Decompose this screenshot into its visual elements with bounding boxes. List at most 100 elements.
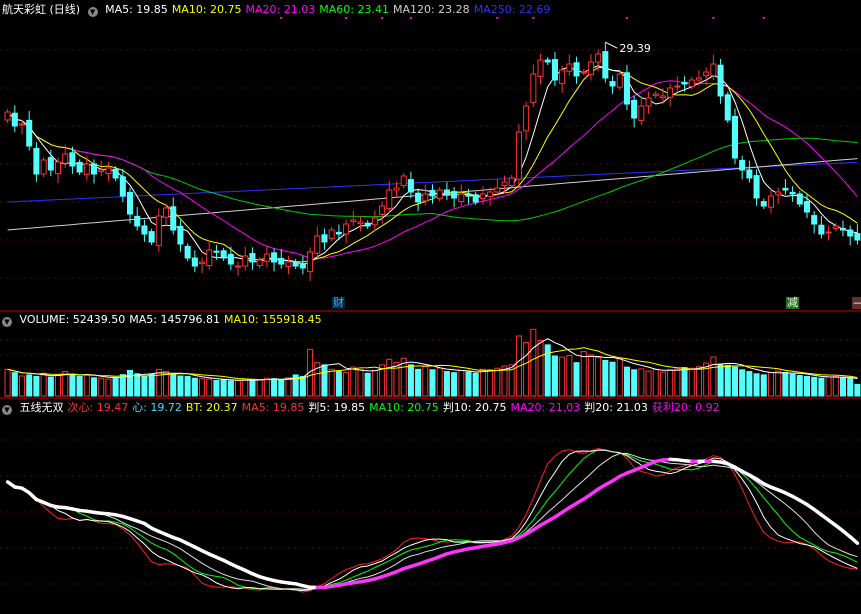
candle-body xyxy=(616,73,623,88)
candle-body xyxy=(580,71,587,74)
volume-bar xyxy=(681,367,688,397)
candle-body xyxy=(343,223,350,235)
volume-bar xyxy=(242,378,249,397)
volume-bar xyxy=(523,342,530,397)
volume-bar xyxy=(141,375,148,397)
candle-body xyxy=(54,161,62,175)
chart-canvas[interactable]: 29.39 xyxy=(0,0,861,614)
candle-body xyxy=(422,193,429,202)
candle-body xyxy=(177,225,184,245)
candle-body xyxy=(163,207,170,218)
candle-body xyxy=(544,59,551,63)
candle-body xyxy=(220,250,227,259)
candle-body xyxy=(371,217,378,226)
volume-bar xyxy=(753,373,760,397)
signal-dot xyxy=(381,17,384,19)
volume-bar xyxy=(825,376,832,397)
volume-bar xyxy=(299,375,306,397)
candle-body xyxy=(4,111,11,121)
candle-body xyxy=(386,189,393,209)
volume-bar xyxy=(83,374,90,397)
volume-bar xyxy=(371,369,378,397)
volume-bar xyxy=(710,356,717,397)
candle-body xyxy=(472,194,479,203)
candle-body xyxy=(364,222,371,227)
candle-body xyxy=(587,61,594,75)
volume-bar xyxy=(472,372,479,397)
candle-body xyxy=(69,152,76,167)
volume-bar xyxy=(235,379,242,397)
ma60-line xyxy=(7,111,858,222)
candle-body xyxy=(141,225,148,235)
candle-body xyxy=(83,163,90,175)
volume-bar xyxy=(818,377,825,397)
candle-body xyxy=(76,161,83,173)
volume-bar xyxy=(602,359,609,397)
candle-body xyxy=(285,261,292,267)
candle-body xyxy=(746,169,753,179)
volume-bar xyxy=(479,368,486,397)
volume-bar xyxy=(415,368,422,397)
volume-bar xyxy=(343,372,350,397)
volume-bar xyxy=(98,377,105,397)
candle-body xyxy=(451,191,458,199)
candle-body xyxy=(379,205,386,215)
candle-body xyxy=(623,72,630,105)
volume-bar xyxy=(847,377,854,397)
volume-bar xyxy=(652,368,659,397)
candle-body xyxy=(33,147,40,175)
volume-bar xyxy=(465,371,472,397)
volume-bar xyxy=(191,377,198,397)
volume-bar xyxy=(609,361,616,397)
volume-bar xyxy=(335,371,342,397)
candle-body xyxy=(501,181,508,187)
volume-bar xyxy=(551,355,558,397)
candle-body xyxy=(91,163,98,175)
signal-dot xyxy=(762,17,765,19)
candle-body xyxy=(854,233,861,241)
volume-bar xyxy=(839,376,847,397)
candle-body xyxy=(458,193,465,203)
signal-dot xyxy=(712,17,715,19)
volume-bar xyxy=(566,355,573,397)
candle-body xyxy=(731,115,738,159)
candle-body xyxy=(631,99,638,119)
candle-body xyxy=(724,94,731,121)
volume-bar xyxy=(667,369,674,397)
volume-bar xyxy=(559,356,566,397)
candle-body xyxy=(350,219,357,223)
candle-body xyxy=(321,234,328,243)
candle-body xyxy=(530,73,537,103)
volume-bar xyxy=(767,372,774,397)
volume-bar xyxy=(227,380,234,397)
candle-body xyxy=(155,215,162,247)
peak-price-label: 29.39 xyxy=(619,42,651,55)
candle-body xyxy=(551,59,558,81)
candle-body xyxy=(739,159,746,171)
candle-body xyxy=(335,231,342,235)
volume-bar xyxy=(350,366,357,397)
volume-bar xyxy=(429,369,436,397)
candle-body xyxy=(314,235,321,254)
volume-bar xyxy=(256,379,263,397)
candle-body xyxy=(40,159,47,175)
volume-bar xyxy=(47,376,54,397)
candle-body xyxy=(429,189,436,197)
signal-dot xyxy=(625,17,628,19)
candle-body xyxy=(263,253,270,262)
volume-bar xyxy=(595,357,602,397)
candle-body xyxy=(523,105,530,132)
candle-body xyxy=(148,231,155,243)
volume-bar xyxy=(587,354,594,397)
candle-body xyxy=(796,193,803,205)
candle-body xyxy=(767,195,774,208)
candle-body xyxy=(760,201,767,207)
candle-body xyxy=(62,153,69,164)
candle-body xyxy=(256,259,263,267)
candle-body xyxy=(566,63,573,72)
volume-bar xyxy=(458,369,465,397)
candle-body xyxy=(112,168,119,179)
candle-body xyxy=(652,93,659,97)
volume-bar xyxy=(796,375,803,397)
candle-body xyxy=(753,175,760,199)
